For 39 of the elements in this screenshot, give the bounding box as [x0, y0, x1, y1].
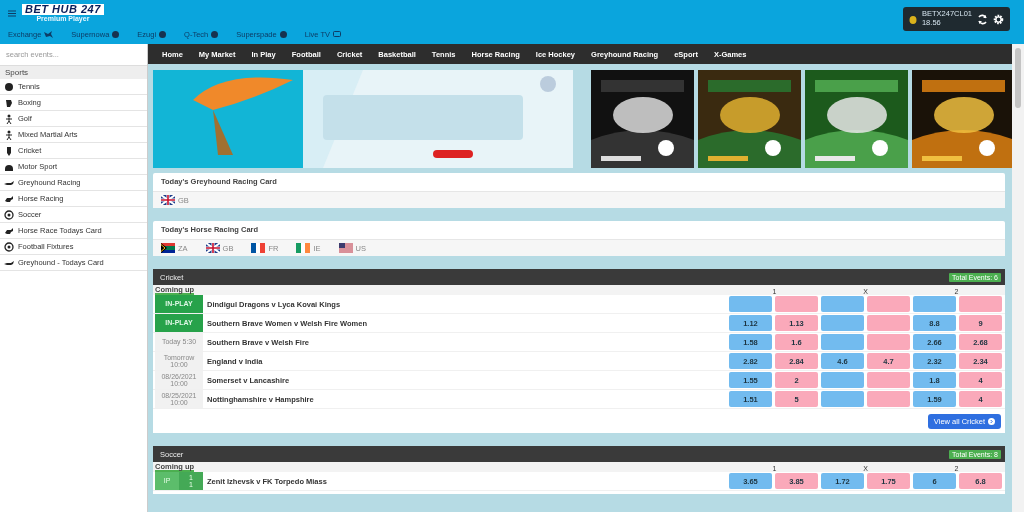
flag-icon [161, 195, 175, 205]
badge-icon [112, 30, 120, 38]
badge-icon [279, 30, 287, 38]
sidebar-heading: Sports [0, 66, 147, 79]
flag-icon [338, 243, 353, 253]
badge-icon [159, 30, 167, 38]
lay-odds[interactable] [775, 296, 818, 312]
tv-icon [333, 30, 341, 38]
back-odds[interactable] [821, 296, 864, 312]
refresh-icon[interactable] [977, 13, 988, 25]
flag-icon [251, 243, 266, 253]
scrollbar[interactable] [1012, 44, 1024, 512]
soccer-icon [4, 209, 14, 220]
back-odds[interactable] [729, 296, 772, 312]
back-odds[interactable] [821, 315, 864, 331]
figure-icon [4, 129, 14, 140]
back-odds[interactable] [821, 391, 864, 407]
lay-odds[interactable] [867, 315, 910, 331]
coins-icon [908, 14, 917, 24]
flag-icon [161, 243, 175, 253]
settings-icon[interactable] [993, 13, 1004, 25]
back-odds[interactable] [821, 372, 864, 388]
badge-icon [211, 30, 219, 38]
back-odds[interactable] [913, 296, 956, 312]
soccer-icon [4, 241, 14, 252]
lay-odds[interactable] [867, 334, 910, 350]
lay-odds[interactable] [867, 296, 910, 312]
back-odds[interactable] [821, 334, 864, 350]
ball-icon [4, 81, 14, 92]
chevron-icon [988, 418, 995, 425]
lay-odds[interactable] [867, 391, 910, 407]
menu-icon[interactable] [8, 9, 16, 17]
flag-icon [296, 243, 311, 253]
lay-odds[interactable] [867, 372, 910, 388]
logo[interactable]: BET HUB 247 [22, 4, 104, 15]
flag-icon [205, 243, 220, 253]
plane-icon [44, 30, 54, 38]
figure-icon [4, 113, 14, 124]
lay-odds[interactable] [959, 296, 1002, 312]
